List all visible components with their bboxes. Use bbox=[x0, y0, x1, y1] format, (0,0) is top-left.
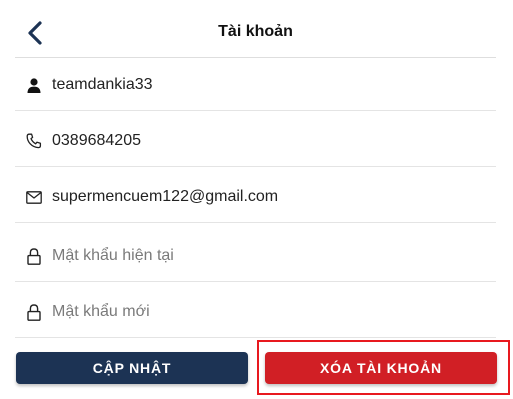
username-value: teamdankia33 bbox=[52, 76, 153, 93]
mail-icon bbox=[26, 188, 42, 206]
email-row: supermencuem122@gmail.com bbox=[15, 172, 496, 223]
lock-icon bbox=[26, 247, 42, 265]
delete-account-button[interactable]: XÓA TÀI KHOẢN bbox=[265, 352, 497, 384]
new-password-input[interactable] bbox=[52, 303, 472, 321]
phone-row: 0389684205 bbox=[15, 116, 496, 167]
current-password-input[interactable] bbox=[52, 247, 472, 265]
current-password-row[interactable] bbox=[15, 231, 496, 282]
new-password-row[interactable] bbox=[15, 287, 496, 338]
app-header: Tài khoản bbox=[15, 9, 496, 58]
update-button[interactable]: CẬP NHẬT bbox=[16, 352, 248, 384]
email-value: supermencuem122@gmail.com bbox=[52, 188, 279, 205]
phone-icon bbox=[26, 132, 42, 150]
phone-value: 0389684205 bbox=[52, 132, 141, 149]
user-icon bbox=[26, 76, 42, 94]
lock-icon bbox=[26, 303, 42, 321]
username-row: teamdankia33 bbox=[15, 60, 496, 111]
page-title: Tài khoản bbox=[218, 23, 293, 40]
